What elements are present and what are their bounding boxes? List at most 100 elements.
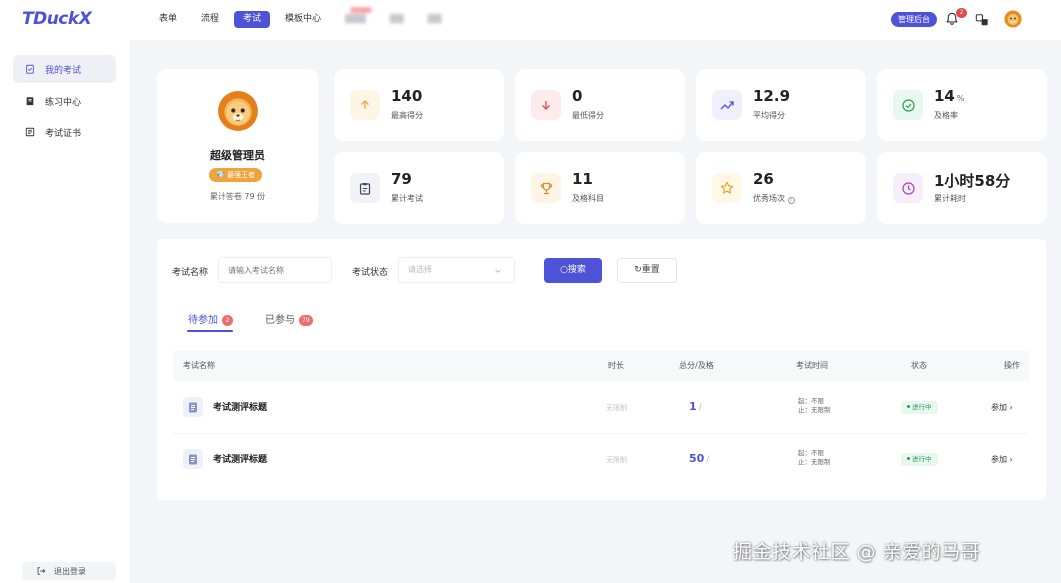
- column-header-score: 总分/及格: [679, 361, 714, 370]
- nav-item-hidden[interactable]: ▇▇▇: [336, 7, 375, 28]
- join-exam-link[interactable]: 参加 ›: [991, 402, 1013, 413]
- stat-unit: %: [956, 94, 965, 103]
- trend-up-icon: [712, 90, 742, 120]
- info-icon[interactable]: i: [787, 197, 795, 204]
- sidebar-item-my-exams[interactable]: 我的考试: [13, 55, 116, 83]
- logout-label: 退出登录: [54, 566, 86, 576]
- watermark: 掘金技术社区 @ 亲爱的马哥: [733, 541, 981, 563]
- check-circle-icon: [893, 90, 923, 120]
- column-header-status: 状态: [911, 361, 927, 370]
- top-nav-bar: TDuckX 表单 流程 考试 模板中心 ▇▇▇ ▇▇ ▇▇ 管理后台 2: [0, 0, 1061, 40]
- nav-item-flow[interactable]: 流程: [192, 11, 228, 28]
- stat-label: 累计耗时: [934, 194, 966, 203]
- sidebar-item-label: 练习中心: [45, 97, 82, 108]
- logout-button[interactable]: 退出登录: [22, 562, 116, 580]
- search-button[interactable]: ○搜索: [544, 258, 602, 283]
- document-icon: [183, 449, 203, 469]
- exam-status-label: 考试状态: [352, 268, 389, 278]
- tab-pending[interactable]: 待参加 2: [188, 311, 233, 326]
- search-icon: ○: [560, 265, 568, 275]
- nav-item-exam[interactable]: 考试: [234, 11, 271, 28]
- exam-time: 起：不限 止：无限制: [798, 397, 831, 414]
- stat-value: 11: [572, 170, 593, 188]
- status-badge: 进行中: [901, 453, 938, 466]
- exam-status-select[interactable]: 请选择: [398, 257, 515, 283]
- stat-card-excellent-sessions: 26 优秀场次 i: [696, 152, 866, 224]
- status-badge: 进行中: [901, 401, 938, 414]
- main-nav: 表单 流程 考试 模板中心 ▇▇▇ ▇▇ ▇▇: [150, 7, 451, 28]
- clipboard-icon: [350, 173, 380, 203]
- join-exam-link[interactable]: 参加 ›: [991, 454, 1013, 465]
- tab-badge: 2: [222, 315, 233, 326]
- active-tab-indicator: [187, 330, 233, 332]
- certificate-icon: [25, 127, 35, 137]
- app-logo[interactable]: TDuckX: [22, 9, 92, 29]
- exam-duration: 无限制: [606, 456, 627, 464]
- chevron-down-icon: [495, 269, 501, 273]
- exam-score: 1/: [689, 400, 702, 413]
- language-switch-icon[interactable]: [975, 13, 989, 27]
- column-header-time: 考试时间: [796, 361, 828, 370]
- tab-badge: 79: [299, 315, 313, 326]
- stat-card-total-exams: 79 累计考试: [334, 152, 504, 224]
- stat-label: 平均得分: [753, 111, 785, 120]
- nav-item-template-center[interactable]: 模板中心: [276, 11, 330, 28]
- stat-label: 及格率: [934, 111, 958, 120]
- sidebar-item-practice-center[interactable]: 练习中心: [13, 87, 116, 115]
- sidebar: 我的考试 练习中心 考试证书 退出登录: [0, 40, 130, 583]
- column-header-duration: 时长: [608, 361, 624, 370]
- stat-card-total-time: 1小时58分 累计耗时: [877, 152, 1047, 224]
- column-header-action: 操作: [1004, 361, 1020, 370]
- rank-badge: 💎 最强王者: [209, 168, 262, 182]
- exam-score: 50/: [689, 452, 710, 465]
- sidebar-item-label: 考试证书: [45, 128, 82, 139]
- arrow-down-icon: [531, 90, 561, 120]
- reset-button[interactable]: ↻重置: [617, 258, 677, 283]
- logout-icon: [37, 567, 46, 575]
- stat-value: 79: [391, 170, 412, 188]
- tab-participated[interactable]: 已参与 79: [265, 311, 313, 326]
- stat-card-average-score: 12.9 平均得分: [696, 69, 866, 141]
- stat-card-pass-rate: 14% 及格率: [877, 69, 1047, 141]
- column-header-name: 考试名称: [183, 361, 215, 370]
- star-icon: [712, 173, 742, 203]
- stat-card-lowest-score: 0 最低得分: [515, 69, 685, 141]
- stat-card-passed-subjects: 11 及格科目: [515, 152, 685, 224]
- stat-value: 12.9: [753, 87, 791, 105]
- nav-item-hidden[interactable]: ▇▇: [381, 11, 413, 28]
- stat-label: 累计考试: [391, 194, 423, 203]
- notebook-icon: [26, 97, 34, 106]
- clipboard-check-icon: [26, 64, 34, 74]
- document-icon: [183, 397, 203, 417]
- sidebar-item-certificates[interactable]: 考试证书: [13, 118, 116, 146]
- notification-badge: 2: [956, 8, 967, 18]
- stat-label: 优秀场次 i: [753, 193, 795, 204]
- profile-card: 超级管理员 💎 最强王者 累计答卷 79 份: [157, 69, 318, 223]
- stat-label: 最低得分: [572, 111, 604, 120]
- chevron-right-icon: ›: [1009, 455, 1013, 464]
- arrow-up-icon: [350, 90, 380, 120]
- exam-duration: 无限制: [606, 404, 627, 412]
- stat-value: 0: [572, 87, 583, 105]
- nav-item-form[interactable]: 表单: [150, 11, 186, 28]
- stat-card-highest-score: 140 最高得分: [334, 69, 504, 141]
- user-name: 超级管理员: [210, 149, 265, 162]
- exam-name-input[interactable]: [218, 257, 332, 283]
- exam-time: 起：不限 止：无限制: [798, 449, 831, 466]
- clock-icon: [893, 173, 923, 203]
- stat-label: 最高得分: [391, 111, 423, 120]
- trophy-icon: [531, 173, 561, 203]
- answered-count: 累计答卷 79 份: [209, 192, 266, 201]
- nav-item-hidden[interactable]: ▇▇: [419, 11, 451, 28]
- exam-name-label: 考试名称: [172, 268, 209, 278]
- admin-console-button[interactable]: 管理后台: [891, 12, 937, 27]
- refresh-icon: ↻: [634, 265, 642, 275]
- stat-value: 14%: [934, 87, 965, 105]
- profile-avatar: [218, 91, 258, 131]
- stat-value: 26: [753, 170, 774, 188]
- exam-title[interactable]: 考试测评标题: [213, 400, 267, 413]
- exam-title[interactable]: 考试测评标题: [213, 452, 267, 465]
- user-avatar[interactable]: [1004, 10, 1022, 28]
- table-header: [173, 351, 1029, 381]
- sidebar-item-label: 我的考试: [45, 65, 82, 76]
